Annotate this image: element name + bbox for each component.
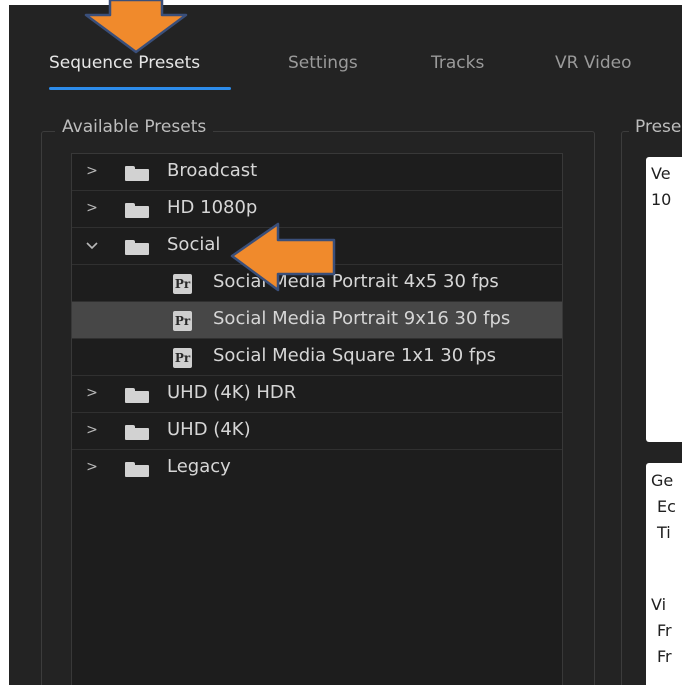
tab-sequence-presets[interactable]: Sequence Presets	[49, 53, 200, 73]
folder-icon	[125, 166, 149, 181]
tree-item-label: Broadcast	[167, 160, 258, 181]
tree-preset-portrait-4x5[interactable]: Pr Social Media Portrait 4x5 30 fps	[72, 265, 562, 302]
tree-item-label: Social Media Square 1x1 30 fps	[213, 345, 497, 366]
tree-item-label: Legacy	[167, 456, 231, 477]
folder-icon	[125, 388, 149, 403]
tree-folder-uhd-4k-hdr[interactable]: > UHD (4K) HDR	[72, 376, 562, 413]
preset-description-panel: Ve 10	[646, 157, 682, 442]
general-line: Fr	[657, 647, 672, 666]
tree-item-label: HD 1080p	[167, 197, 258, 218]
tree-item-label: Social	[167, 234, 221, 255]
chevron-right-icon[interactable]: >	[84, 385, 100, 401]
new-sequence-dialog: Sequence Presets Settings Tracks VR Vide…	[9, 5, 682, 685]
tree-item-label: Social Media Portrait 9x16 30 fps	[213, 308, 511, 329]
folder-icon	[125, 203, 149, 218]
tree-folder-broadcast[interactable]: > Broadcast	[72, 154, 562, 191]
folder-icon	[125, 240, 149, 255]
general-line: Fr	[657, 621, 672, 640]
general-line: Vi	[651, 595, 667, 614]
premiere-preset-icon: Pr	[173, 311, 192, 331]
general-line: Ti	[657, 523, 671, 542]
premiere-preset-icon: Pr	[173, 348, 192, 368]
active-tab-indicator	[49, 87, 231, 90]
tree-folder-social[interactable]: Social	[72, 228, 562, 265]
premiere-preset-icon: Pr	[173, 274, 192, 294]
folder-icon	[125, 425, 149, 440]
folder-icon	[125, 462, 149, 477]
tree-folder-legacy[interactable]: > Legacy	[72, 450, 562, 487]
chevron-down-icon[interactable]	[84, 237, 100, 253]
tab-bar: Sequence Presets Settings Tracks VR Vide…	[9, 5, 682, 110]
tree-folder-hd-1080p[interactable]: > HD 1080p	[72, 191, 562, 228]
presets-tree[interactable]: > Broadcast > HD 1080p Social Pr Social …	[71, 153, 563, 685]
preset-description-title: Prese	[629, 117, 682, 137]
tree-item-label: UHD (4K) HDR	[167, 382, 297, 403]
description-line: Ve	[651, 164, 671, 183]
available-presets-title: Available Presets	[55, 117, 214, 137]
tab-tracks[interactable]: Tracks	[431, 53, 484, 73]
general-line: Ge	[651, 471, 674, 490]
tree-preset-portrait-9x16[interactable]: Pr Social Media Portrait 9x16 30 fps	[72, 302, 562, 339]
tree-item-label: Social Media Portrait 4x5 30 fps	[213, 271, 499, 292]
tree-preset-square-1x1[interactable]: Pr Social Media Square 1x1 30 fps	[72, 339, 562, 376]
description-line: 10	[651, 190, 672, 209]
chevron-right-icon[interactable]: >	[84, 200, 100, 216]
general-line: Ec	[657, 497, 676, 516]
tree-folder-uhd-4k[interactable]: > UHD (4K)	[72, 413, 562, 450]
tree-item-label: UHD (4K)	[167, 419, 251, 440]
chevron-right-icon[interactable]: >	[84, 459, 100, 475]
general-settings-panel: Ge Ec Ti Vi Fr Fr	[646, 463, 682, 685]
tab-vr-video[interactable]: VR Video	[555, 53, 631, 73]
chevron-right-icon[interactable]: >	[84, 163, 100, 179]
tab-settings[interactable]: Settings	[288, 53, 358, 73]
chevron-right-icon[interactable]: >	[84, 422, 100, 438]
